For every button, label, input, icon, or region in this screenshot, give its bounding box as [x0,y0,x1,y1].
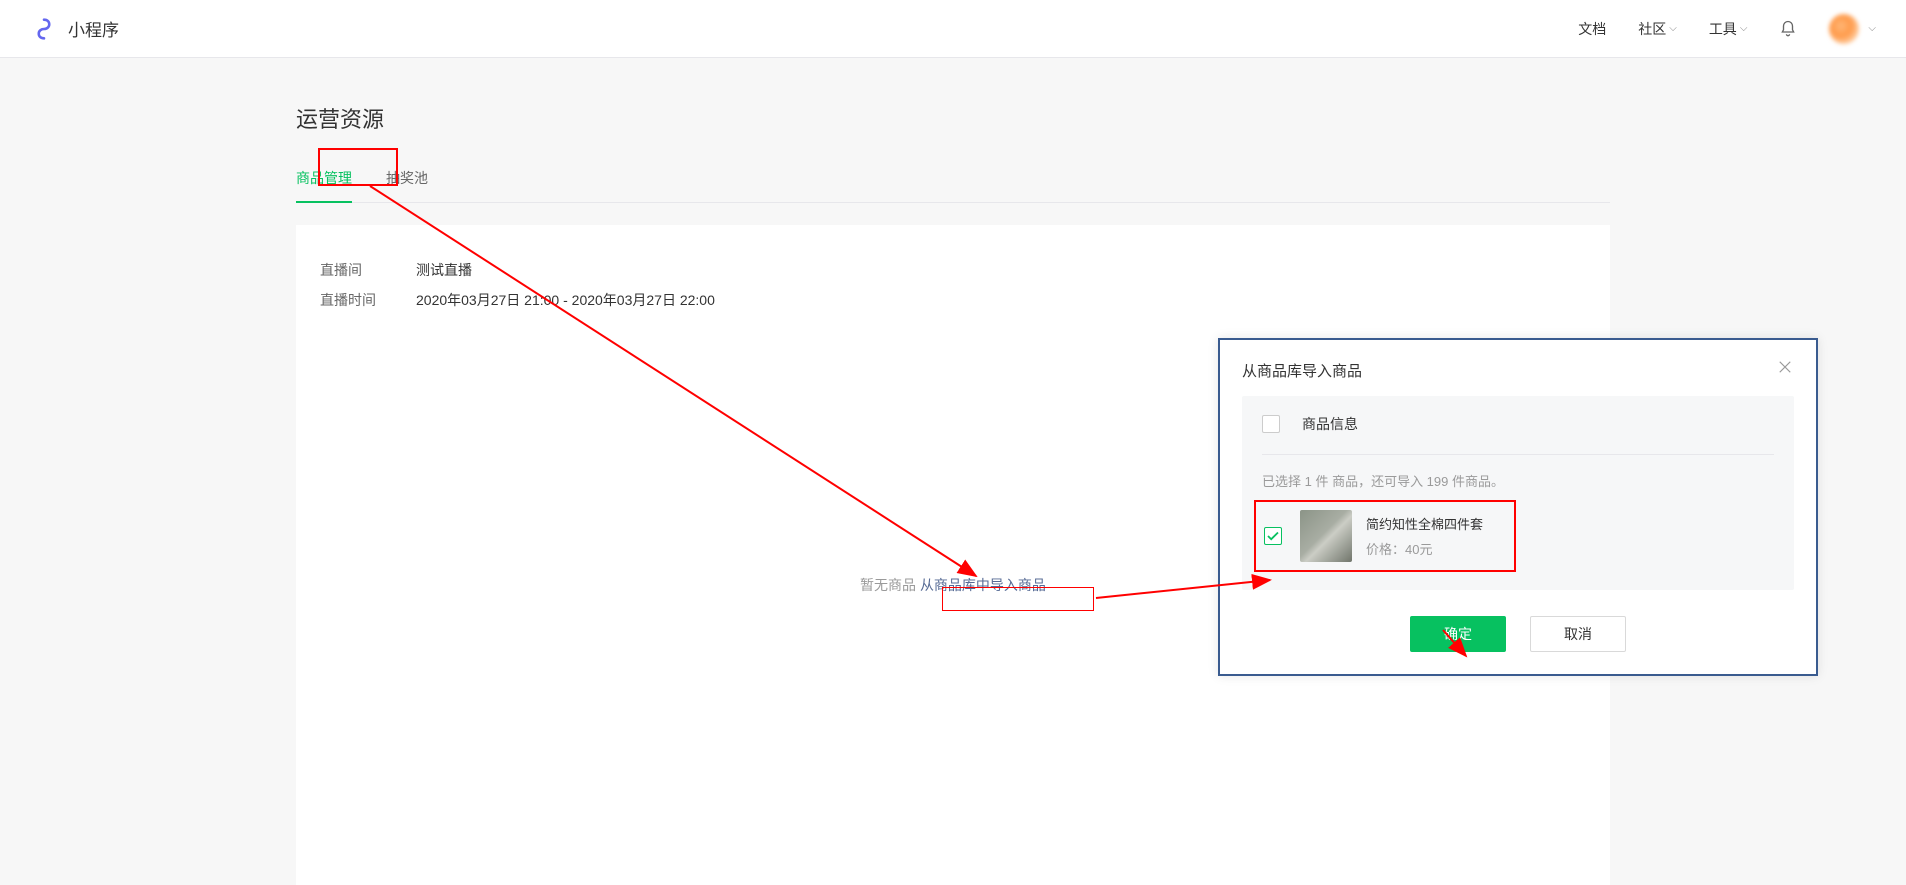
room-value: 测试直播 [416,255,472,285]
nav-tools[interactable]: 工具⌵ [1709,19,1748,39]
avatar [1829,14,1859,44]
user-menu[interactable]: ⌵ [1829,14,1876,44]
table-head-row: 商品信息 [1262,414,1774,434]
import-modal: 从商品库导入商品 商品信息 已选择 1 件 商品，还可导入 199 件商品。 简… [1218,338,1818,676]
cancel-button[interactable]: 取消 [1530,616,1626,652]
miniprogram-logo-icon [30,15,58,43]
page-title: 运营资源 [296,78,1610,154]
header-right: 文档 社区⌵ 工具⌵ ⌵ [1578,14,1876,44]
info-row-room: 直播间 测试直播 [320,255,1586,285]
logo-label: 小程序 [68,16,119,41]
product-row[interactable]: 简约知性全棉四件套 价格：40元 [1254,500,1516,572]
modal-title: 从商品库导入商品 [1242,360,1362,381]
notifications-button[interactable] [1779,20,1797,38]
room-label: 直播间 [320,255,416,285]
info-rows: 直播间 测试直播 直播时间 2020年03月27日 21:00 - 2020年0… [320,255,1586,315]
nav-docs[interactable]: 文档 [1578,19,1606,39]
product-thumb [1300,510,1352,562]
product-name: 简约知性全棉四件套 [1366,514,1483,533]
chevron-down-icon: ⌵ [1868,23,1876,34]
header: 小程序 文档 社区⌵ 工具⌵ ⌵ [0,0,1906,58]
chevron-down-icon: ⌵ [1740,23,1748,34]
table-head-label: 商品信息 [1302,414,1358,434]
modal-header: 从商品库导入商品 [1220,340,1816,396]
close-icon[interactable] [1776,358,1794,382]
product-table: 商品信息 已选择 1 件 商品，还可导入 199 件商品。 简约知性全棉四件套 … [1242,396,1794,590]
product-checkbox[interactable] [1264,527,1282,545]
product-meta: 简约知性全棉四件套 价格：40元 [1366,514,1483,558]
product-price: 价格：40元 [1366,539,1483,558]
empty-text: 暂无商品 [860,577,916,593]
modal-body: 商品信息 已选择 1 件 商品，还可导入 199 件商品。 简约知性全棉四件套 … [1220,396,1816,674]
check-icon [1267,531,1279,541]
tab-lottery[interactable]: 抽奖池 [386,154,428,202]
confirm-button[interactable]: 确定 [1410,616,1506,652]
tab-products[interactable]: 商品管理 [296,154,352,202]
selection-status: 已选择 1 件 商品，还可导入 199 件商品。 [1262,471,1774,490]
modal-buttons: 确定 取消 [1242,616,1794,652]
select-all-checkbox[interactable] [1262,415,1280,433]
time-value: 2020年03月27日 21:00 - 2020年03月27日 22:00 [416,285,715,315]
divider [1262,454,1774,455]
info-row-time: 直播时间 2020年03月27日 21:00 - 2020年03月27日 22:… [320,285,1586,315]
nav-community[interactable]: 社区⌵ [1638,19,1677,39]
chevron-down-icon: ⌵ [1669,23,1677,34]
time-label: 直播时间 [320,285,416,315]
bell-icon [1779,20,1797,38]
header-left: 小程序 [30,15,119,43]
import-link[interactable]: 从商品库中导入商品 [920,577,1046,593]
tabs: 商品管理 抽奖池 [296,154,1610,203]
